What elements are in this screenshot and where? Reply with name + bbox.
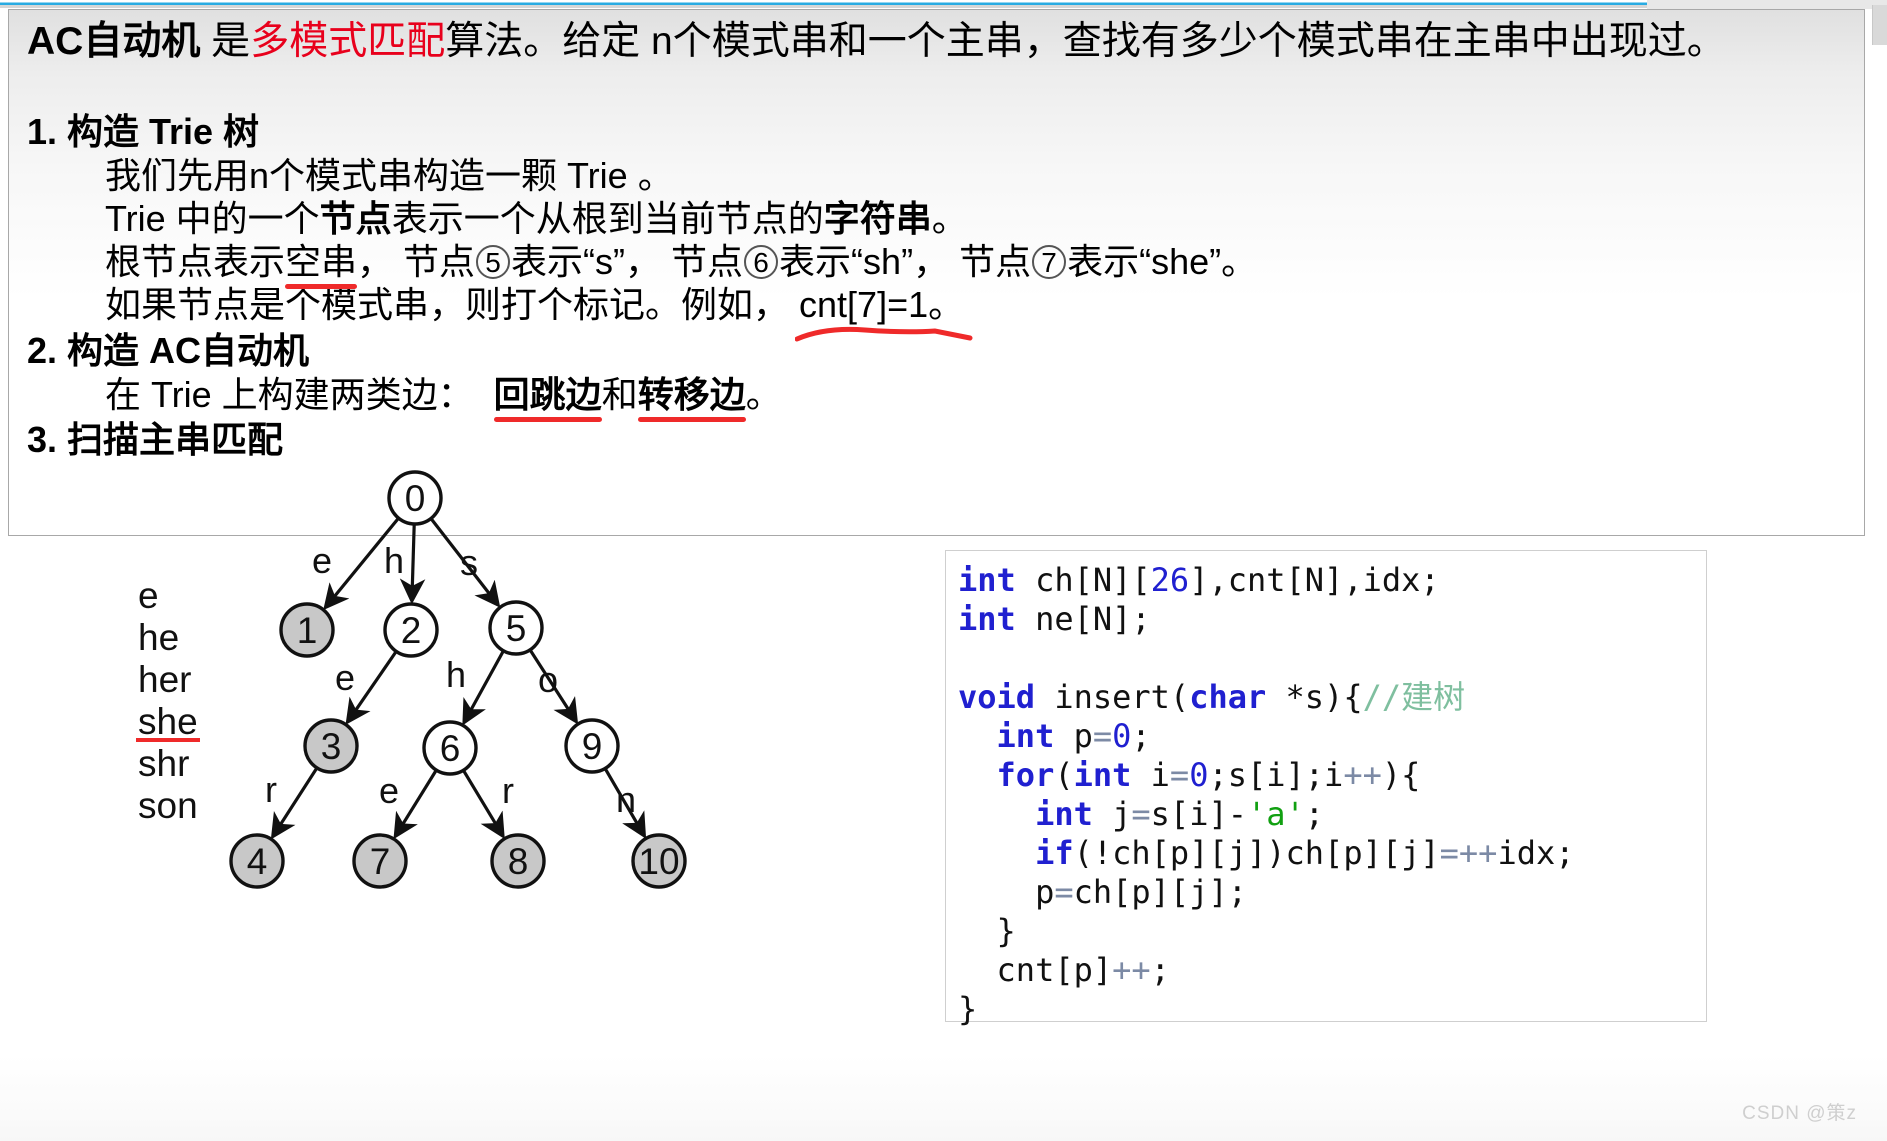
term-node: 节点 <box>319 198 392 240</box>
step-1: 构造 Trie 树 我们先用n个模式串构造一颗 Trie 。 Trie 中的一个… <box>67 110 1258 342</box>
step-2-line-1: 在 Trie 上构建两类边： 回跳边和转移边。 <box>105 373 782 422</box>
window-chrome-strip <box>0 0 1887 8</box>
node-marker-7: 7 <box>1032 245 1067 280</box>
node-string-5: s <box>595 241 614 283</box>
step-1-title: 构造 Trie 树 <box>67 111 260 152</box>
pattern-word: shr <box>138 743 198 785</box>
step-1-line-3: 根节点表示空串， 节点 5 表示“s”， 节点 6 表示“sh”， 节点 7 表示“she”… <box>105 241 1258 290</box>
trie-diagram: e he her she shr son <box>100 555 920 1115</box>
term-transfer-edge: 转移边 <box>637 373 746 422</box>
explanation-panel: AC自动机 是多模式匹配算法。给定 n个模式串和一个主串，查找有多少个模式串在主… <box>8 9 1865 536</box>
step-3-title: 扫描主串匹配 <box>67 418 284 460</box>
pattern-word-text: e <box>138 575 159 616</box>
title-part-c: 算法。给定 n个模式串和一个主串，查找有多少个模式串在主串中出现过。 <box>445 20 1726 63</box>
steps-list: 构造 Trie 树 我们先用n个模式串构造一颗 Trie 。 Trie 中的一个… <box>23 110 1257 464</box>
page-title: AC自动机 是多模式匹配算法。给定 n个模式串和一个主串，查找有多少个模式串在主… <box>27 20 1726 63</box>
term-back-edge: 回跳边 <box>493 373 602 422</box>
step-2-title: 构造 AC自动机 <box>67 329 309 371</box>
page-footer <box>0 1055 1887 1141</box>
term-string: 字符串 <box>823 198 932 240</box>
pattern-word: e <box>138 575 198 617</box>
step-1-line-1: 我们先用n个模式串构造一颗 Trie 。 <box>105 154 674 196</box>
watermark: CSDN @策z <box>1742 1103 1857 1124</box>
node-marker-6: 6 <box>744 245 779 280</box>
cnt-note: cnt[7]=1 <box>799 284 929 326</box>
pattern-word: her <box>138 659 198 701</box>
pattern-word-text: son <box>138 785 198 826</box>
title-highlight: 多模式匹配 <box>250 20 446 63</box>
pattern-word-text: shr <box>138 743 190 784</box>
cnt-note-wrapper: cnt[7]=1 <box>795 283 973 342</box>
empty-string-underline: 空串 <box>285 241 358 290</box>
step-1-line-4: 如果节点是个模式串，则打个标记。例如， cnt[7]=1。 <box>67 283 1257 342</box>
pattern-word: he <box>138 617 198 659</box>
step-3: 扫描主串匹配 <box>67 418 1257 462</box>
node-string-6: sh <box>863 241 902 283</box>
pattern-word: son <box>138 785 198 827</box>
wavy-underline-icon <box>795 326 973 342</box>
title-part-a: AC自动机 <box>27 20 201 63</box>
pattern-word-text: he <box>138 617 180 658</box>
code-text: int ch[N][26],cnt[N],idx; int ne[N]; voi… <box>958 561 1575 1029</box>
window-chrome-right <box>1647 0 1887 9</box>
node-marker-5: 5 <box>476 245 511 280</box>
title-part-b: 是 <box>200 20 251 63</box>
pattern-word-list: e he her she shr son <box>136 575 200 827</box>
vertical-scrollbar[interactable] <box>1872 5 1887 45</box>
pattern-word: she <box>136 701 200 743</box>
step-1-line-2: Trie 中的一个节点表示一个从根到当前节点的字符串。 <box>105 198 968 240</box>
node-string-7: she <box>1151 241 1210 283</box>
step-2: 构造 AC自动机 在 Trie 上构建两类边： 回跳边和转移边。 <box>67 329 1257 422</box>
pattern-word-text: she <box>136 701 200 742</box>
code-block: int ch[N][26],cnt[N],idx; int ne[N]; voi… <box>945 550 1707 1028</box>
pattern-word-text: her <box>138 659 192 700</box>
